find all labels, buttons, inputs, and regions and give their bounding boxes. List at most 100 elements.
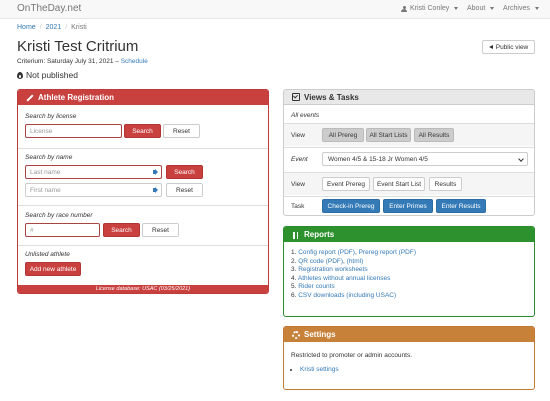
about-menu[interactable]: About [467, 5, 495, 12]
prereg-report-link[interactable]: Prereg report (PDF) [359, 249, 416, 256]
reports-panel: Reports 1. Config report (PDF), Prereg r… [283, 226, 535, 317]
task-label: Task [291, 203, 305, 210]
user-icon [401, 5, 407, 12]
first-name-placeholder: First name [30, 186, 61, 194]
name-search-section: Search by name Last name Search First na… [18, 148, 268, 202]
breadcrumb-separator: / [39, 24, 42, 31]
registration-worksheets-link[interactable]: Registration worksheets [298, 266, 367, 273]
event-select-value: Women 4/5 & 15-18 Jr Women 4/5 [328, 155, 428, 163]
gear-icon [292, 330, 300, 339]
all-results-button[interactable]: All Results [414, 128, 454, 142]
breadcrumb-home[interactable]: Home [17, 24, 36, 31]
enter-results-button[interactable]: Enter Results [436, 199, 486, 213]
event-select[interactable]: Women 4/5 & 15-18 Jr Women 4/5 [322, 152, 528, 166]
reports-title: Reports [304, 230, 335, 239]
settings-header: Settings [284, 327, 534, 342]
athlete-registration-panel: Athlete Registration Search by license L… [17, 89, 269, 294]
about-label: About [467, 5, 486, 12]
license-input[interactable]: License [25, 124, 122, 138]
breadcrumb-current: Kristi [71, 24, 87, 31]
csv-downloads-link[interactable]: CSV downloads (including USAC) [298, 292, 396, 299]
license-search-section: Search by license License Search Reset [18, 106, 268, 145]
race-number-search-section: Search by race number # Search Reset [18, 205, 268, 243]
last-name-placeholder: Last name [30, 168, 61, 176]
license-placeholder: License [30, 127, 53, 135]
rider-counts-link[interactable]: Rider counts [298, 283, 335, 290]
name-search-label: Search by name [25, 154, 73, 161]
schedule-link[interactable]: Schedule [121, 58, 148, 65]
qr-code-html-link[interactable]: (html) [347, 258, 364, 265]
archives-label: Archives [503, 5, 530, 12]
kristi-settings-link[interactable]: Kristi settings [300, 366, 339, 373]
athletes-without-licenses-link[interactable]: Athletes without annual licenses [298, 275, 391, 282]
unlisted-athlete-section: Unlisted athlete Add new athlete [18, 245, 268, 285]
arrow-left-icon [488, 45, 493, 49]
enter-primes-button[interactable]: Enter Primes [383, 199, 433, 213]
all-views-row: View All Prereg All Start Lists All Resu… [284, 123, 534, 146]
list-item: 3. Registration worksheets [291, 266, 368, 274]
pencil-icon [26, 93, 34, 102]
view-label: View [291, 132, 305, 139]
athlete-registration-header: Athlete Registration [18, 90, 268, 105]
event-label: Event [291, 156, 308, 163]
race-number-search-button[interactable]: Search [103, 223, 140, 237]
breadcrumb-year[interactable]: 2021 [46, 24, 62, 31]
all-events-label: All events [291, 112, 320, 119]
autofill-icon [153, 187, 158, 193]
list-item: Kristi settings [300, 366, 339, 373]
task-row: Task Check-in Prereg Enter Primes Enter … [284, 196, 534, 215]
user-name: Kristi Conley [410, 5, 450, 12]
page-title: Kristi Test Critrium [17, 38, 139, 55]
caret-down-icon [454, 7, 459, 10]
all-start-lists-button[interactable]: All Start Lists [366, 128, 411, 142]
last-name-input[interactable]: Last name [25, 165, 162, 179]
license-reset-button[interactable]: Reset [163, 124, 200, 138]
settings-title: Settings [304, 330, 336, 339]
license-search-button[interactable]: Search [124, 124, 161, 138]
first-name-input[interactable]: First name [25, 183, 162, 197]
caret-down-icon [534, 7, 539, 10]
publish-status: Not published [17, 70, 78, 80]
race-number-search-label: Search by race number [25, 212, 93, 219]
athlete-registration-title: Athlete Registration [38, 93, 115, 102]
publish-status-text: Not published [26, 70, 78, 80]
event-views-row: View Event Prereg Event Start List Resul… [284, 172, 534, 195]
view-label: View [291, 181, 305, 188]
name-search-button[interactable]: Search [166, 165, 203, 179]
reports-list: 1. Config report (PDF), Prereg report (P… [291, 249, 416, 301]
breadcrumb: Home / 2021 / Kristi [17, 24, 87, 31]
list-item: 5. Rider counts [291, 283, 335, 291]
breadcrumb-separator: / [65, 24, 68, 31]
all-prereg-button[interactable]: All Prereg [322, 128, 364, 142]
chevron-down-icon [518, 156, 524, 162]
config-report-link[interactable]: Config report (PDF) [298, 249, 355, 256]
list-item: 1. Config report (PDF), Prereg report (P… [291, 249, 417, 256]
race-number-input[interactable]: # [25, 223, 100, 237]
event-subtitle: Criterium: Saturday July 31, 2021 – Sche… [17, 58, 148, 65]
views-tasks-header: Views & Tasks [284, 90, 534, 105]
views-tasks-panel: Views & Tasks All events View All Prereg… [283, 89, 535, 216]
add-new-athlete-button[interactable]: Add new athlete [25, 262, 81, 276]
views-tasks-title: Views & Tasks [304, 92, 359, 102]
caret-down-icon [490, 7, 495, 10]
check-in-prereg-button[interactable]: Check-in Prereg [322, 199, 380, 213]
archives-menu[interactable]: Archives [503, 5, 539, 12]
event-start-list-button[interactable]: Event Start List [373, 177, 425, 191]
autofill-icon [153, 169, 158, 175]
list-item: 6. CSV downloads (including USAC) [291, 291, 397, 299]
name-reset-button[interactable]: Reset [166, 183, 203, 197]
settings-list: Kristi settings [294, 366, 339, 373]
qr-code-pdf-link[interactable]: QR code (PDF) [298, 258, 343, 265]
event-results-button[interactable]: Results [429, 177, 462, 191]
event-prereg-button[interactable]: Event Prereg [322, 177, 370, 191]
fire-icon [17, 71, 23, 79]
public-view-label: Public view [495, 43, 529, 51]
checkbox-icon [292, 93, 300, 101]
reports-header: Reports [284, 227, 534, 242]
race-number-reset-button[interactable]: Reset [142, 223, 179, 237]
brand-logo[interactable]: OnTheDay.net [17, 3, 81, 14]
navbar: OnTheDay.net Kristi Conley About Archive… [0, 0, 550, 19]
public-view-button[interactable]: Public view [482, 40, 535, 54]
user-menu[interactable]: Kristi Conley [401, 5, 459, 12]
event-date: Criterium: Saturday July 31, 2021 – [17, 58, 119, 65]
